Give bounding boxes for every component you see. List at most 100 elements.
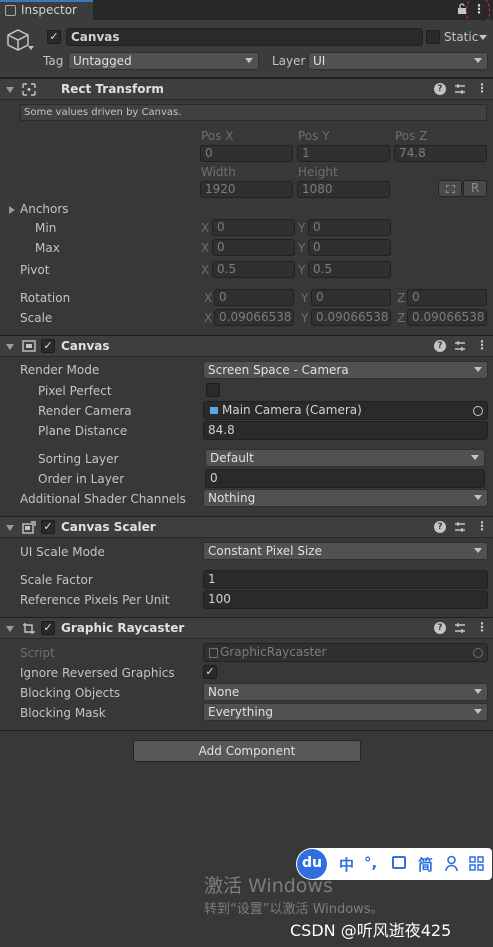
activate-windows-title: 激活 Windows	[204, 875, 333, 897]
order-in-layer-field[interactable]: 0	[205, 469, 485, 488]
tab-inspector-label: Inspector	[21, 3, 77, 17]
ui-scale-mode-label: UI Scale Mode	[20, 545, 105, 559]
ime-language[interactable]: 中	[339, 854, 354, 875]
layer-value: UI	[313, 54, 326, 68]
tag-dropdown[interactable]: Untagged	[68, 52, 259, 70]
sorting-layer-label: Sorting Layer	[38, 452, 119, 466]
ime-cup-icon[interactable]	[392, 856, 406, 869]
ref-pixels-field[interactable]: 100	[203, 590, 488, 609]
script-value: GraphicRaycaster	[220, 645, 327, 659]
driven-info-box: Some values driven by Canvas.	[20, 104, 487, 121]
render-camera-field[interactable]: Main Camera (Camera)	[203, 401, 488, 420]
ime-punctuation[interactable]: °,	[364, 854, 377, 872]
blueprint-mode-button[interactable]	[438, 180, 462, 197]
component-menu-icon[interactable]: ⋮	[476, 81, 488, 97]
ignore-reversed-label: Ignore Reversed Graphics	[20, 666, 175, 680]
icon-dropdown-arrow[interactable]	[28, 46, 34, 50]
help-icon[interactable]: ?	[434, 83, 446, 95]
active-checkbox[interactable]: ✓	[47, 30, 61, 44]
pivot-y-field[interactable]: 0.5	[308, 261, 391, 278]
rotation-z-field[interactable]: 0	[407, 289, 487, 306]
foldout-icon[interactable]	[6, 525, 14, 531]
canvas-scaler-header[interactable]: ✓ Canvas Scaler ? ⋮	[0, 516, 493, 538]
scale-x-field[interactable]: 0.09066538	[214, 309, 294, 326]
blocking-objects-dropdown[interactable]: None	[203, 683, 488, 701]
min-y-field[interactable]: 0	[308, 219, 391, 236]
foldout-icon[interactable]	[6, 626, 14, 632]
component-menu-icon[interactable]: ⋮	[476, 338, 488, 354]
shader-channels-dropdown[interactable]: Nothing	[203, 489, 488, 507]
graphic-raycaster-enabled-checkbox[interactable]: ✓	[41, 621, 55, 635]
ime-user-icon[interactable]	[445, 855, 458, 872]
chevron-down-icon	[474, 367, 482, 372]
canvas-scaler-enabled-checkbox[interactable]: ✓	[41, 520, 55, 534]
anchors-label: Anchors	[20, 202, 69, 216]
canvas-enabled-checkbox[interactable]: ✓	[41, 339, 55, 353]
object-picker-icon[interactable]	[473, 406, 483, 416]
ignore-reversed-checkbox[interactable]: ✓	[203, 665, 217, 679]
rect-transform-header[interactable]: Rect Transform ? ⋮	[0, 78, 493, 100]
pixel-perfect-label: Pixel Perfect	[38, 384, 112, 398]
ime-grid-icon[interactable]	[469, 856, 485, 872]
raw-edit-button[interactable]: R	[463, 180, 487, 197]
component-menu-icon[interactable]: ⋮	[476, 519, 488, 535]
rotation-x-field[interactable]: 0	[214, 289, 294, 306]
tab-inspector[interactable]: Inspector	[0, 0, 93, 20]
max-y-field[interactable]: 0	[308, 239, 391, 256]
pos-x-label: Pos X	[201, 129, 234, 143]
rotation-y-field[interactable]: 0	[311, 289, 391, 306]
pixel-perfect-checkbox[interactable]	[206, 383, 220, 397]
min-x-field[interactable]: 0	[212, 219, 295, 236]
rect-transform-icon	[22, 83, 36, 96]
blocking-mask-dropdown[interactable]: Everything	[203, 703, 488, 721]
ui-scale-mode-dropdown[interactable]: Constant Pixel Size	[203, 542, 488, 560]
help-icon[interactable]: ?	[434, 622, 446, 634]
preset-icon[interactable]	[454, 521, 466, 533]
scale-factor-field[interactable]: 1	[203, 570, 488, 589]
foldout-icon[interactable]	[6, 344, 14, 350]
canvas-icon	[22, 340, 36, 352]
scale-y-field[interactable]: 0.09066538	[311, 309, 391, 326]
chevron-down-icon	[474, 689, 482, 694]
chevron-down-icon	[474, 58, 482, 63]
render-mode-label: Render Mode	[20, 363, 100, 377]
help-icon[interactable]: ?	[434, 521, 446, 533]
pivot-x-field[interactable]: 0.5	[212, 261, 295, 278]
canvas-header[interactable]: ✓ Canvas ? ⋮	[0, 335, 493, 357]
width-field[interactable]: 1920	[200, 181, 293, 198]
max-x-field[interactable]: 0	[212, 239, 295, 256]
graphic-raycaster-header[interactable]: ✓ Graphic Raycaster ? ⋮	[0, 617, 493, 639]
pos-y-field[interactable]: 1	[297, 145, 390, 162]
preset-icon[interactable]	[454, 622, 466, 634]
height-field[interactable]: 1080	[297, 181, 390, 198]
preset-icon[interactable]	[454, 83, 466, 95]
order-in-layer-label: Order in Layer	[38, 472, 125, 486]
section-title: Canvas Scaler	[61, 520, 156, 534]
add-component-button[interactable]: Add Component	[133, 740, 361, 762]
tag-value: Untagged	[73, 54, 132, 68]
inspector-icon	[5, 5, 16, 16]
anchors-foldout-icon[interactable]	[9, 206, 15, 214]
canvas-scaler-icon	[22, 521, 36, 534]
object-name-field[interactable]: Canvas	[66, 28, 423, 46]
gameobject-cube-icon	[7, 29, 29, 51]
sorting-layer-dropdown[interactable]: Default	[205, 449, 485, 467]
preset-icon[interactable]	[454, 340, 466, 352]
ime-simplified[interactable]: 简	[418, 854, 433, 875]
help-icon[interactable]: ?	[434, 340, 446, 352]
component-menu-icon[interactable]: ⋮	[476, 620, 488, 636]
render-camera-label: Render Camera	[38, 404, 132, 418]
blocking-objects-label: Blocking Objects	[20, 686, 121, 700]
static-dropdown-arrow[interactable]	[479, 35, 487, 40]
render-mode-dropdown[interactable]: Screen Space - Camera	[203, 361, 488, 379]
blueprint-icon	[446, 185, 455, 193]
pos-x-field[interactable]: 0	[200, 145, 293, 162]
plane-distance-field[interactable]: 84.8	[203, 421, 488, 440]
layer-dropdown[interactable]: UI	[308, 52, 488, 70]
static-checkbox[interactable]	[426, 30, 440, 44]
section-title: Rect Transform	[61, 82, 164, 96]
pos-z-field[interactable]: 74.8	[394, 145, 487, 162]
blocking-objects-value: None	[208, 685, 240, 699]
scale-z-field[interactable]: 0.09066538	[407, 309, 487, 326]
foldout-icon[interactable]	[6, 87, 14, 93]
